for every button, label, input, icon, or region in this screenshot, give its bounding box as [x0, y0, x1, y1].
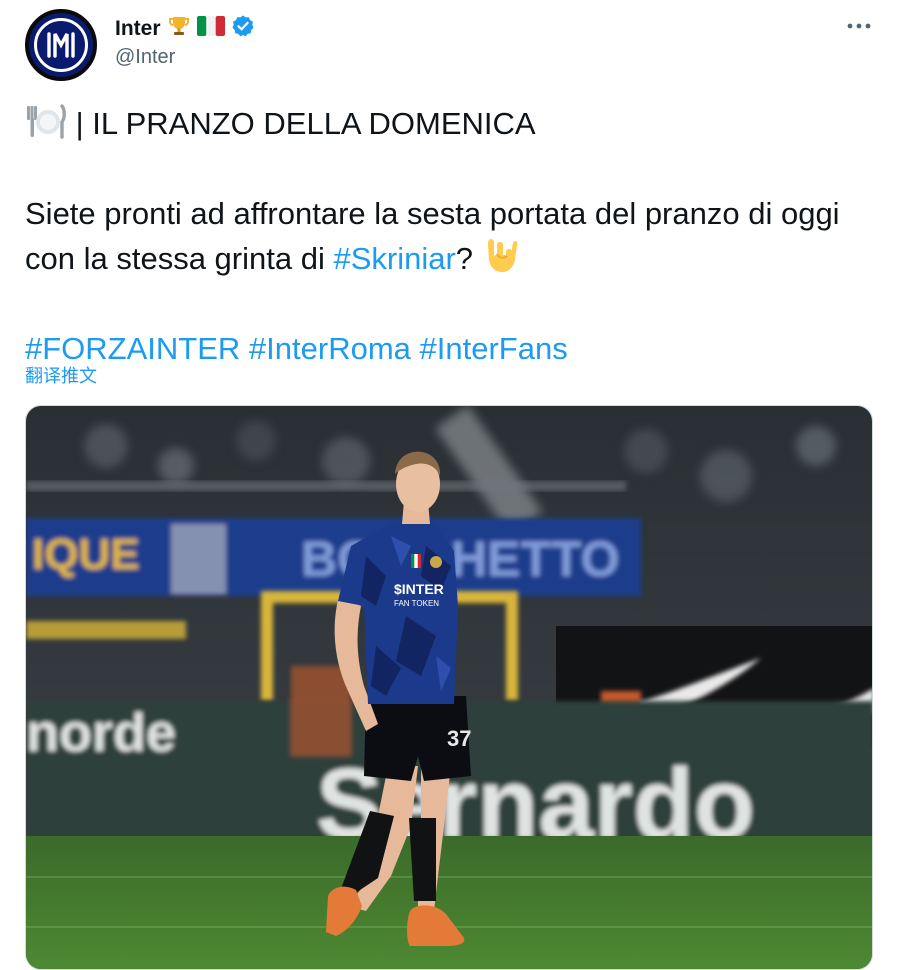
avatar[interactable] — [25, 9, 97, 81]
tweet-title: | IL PRANZO DELLA DOMENICA — [67, 106, 536, 141]
tweet-body: Siete pronti ad affrontare la sesta port… — [25, 193, 880, 286]
hashtag-link[interactable]: #InterRoma — [249, 331, 411, 366]
author-name-row: Inter — [115, 14, 255, 43]
tweet-text: | IL PRANZO DELLA DOMENICA Siete pronti … — [25, 102, 880, 370]
love-you-gesture-icon — [482, 235, 522, 286]
verified-badge-icon — [231, 14, 255, 43]
inter-logo-icon — [34, 18, 88, 72]
translate-tweet-link[interactable]: 翻译推文 — [25, 362, 97, 388]
display-name[interactable]: Inter — [115, 17, 161, 41]
shirt-sponsor-sub: FAN TOKEN — [394, 599, 439, 608]
italy-flag-icon — [196, 16, 225, 41]
shorts-number: 37 — [447, 726, 471, 751]
hashtag-link[interactable]: #InterFans — [420, 331, 568, 366]
plate-cutlery-icon — [25, 102, 67, 151]
board-text-left: norde — [26, 703, 176, 763]
banner-left-text: IQUE — [32, 530, 140, 579]
hashtag-link[interactable]: #Skriniar — [333, 241, 455, 276]
tweet-line-title: | IL PRANZO DELLA DOMENICA — [25, 102, 880, 151]
tweet-body-text-end: ? — [455, 241, 482, 276]
shirt-sponsor: $INTER — [394, 581, 444, 597]
more-options-icon[interactable] — [846, 16, 872, 36]
trophy-icon — [167, 14, 191, 43]
hashtag-link[interactable]: #FORZAINTER — [25, 331, 240, 366]
author-handle[interactable]: @Inter — [115, 46, 175, 69]
hashtag-row: #FORZAINTER #InterRoma #InterFans — [25, 328, 880, 370]
tweet-photo[interactable]: IQUE BORGHETTO norde Sernardo 37 $INTER … — [25, 405, 873, 970]
